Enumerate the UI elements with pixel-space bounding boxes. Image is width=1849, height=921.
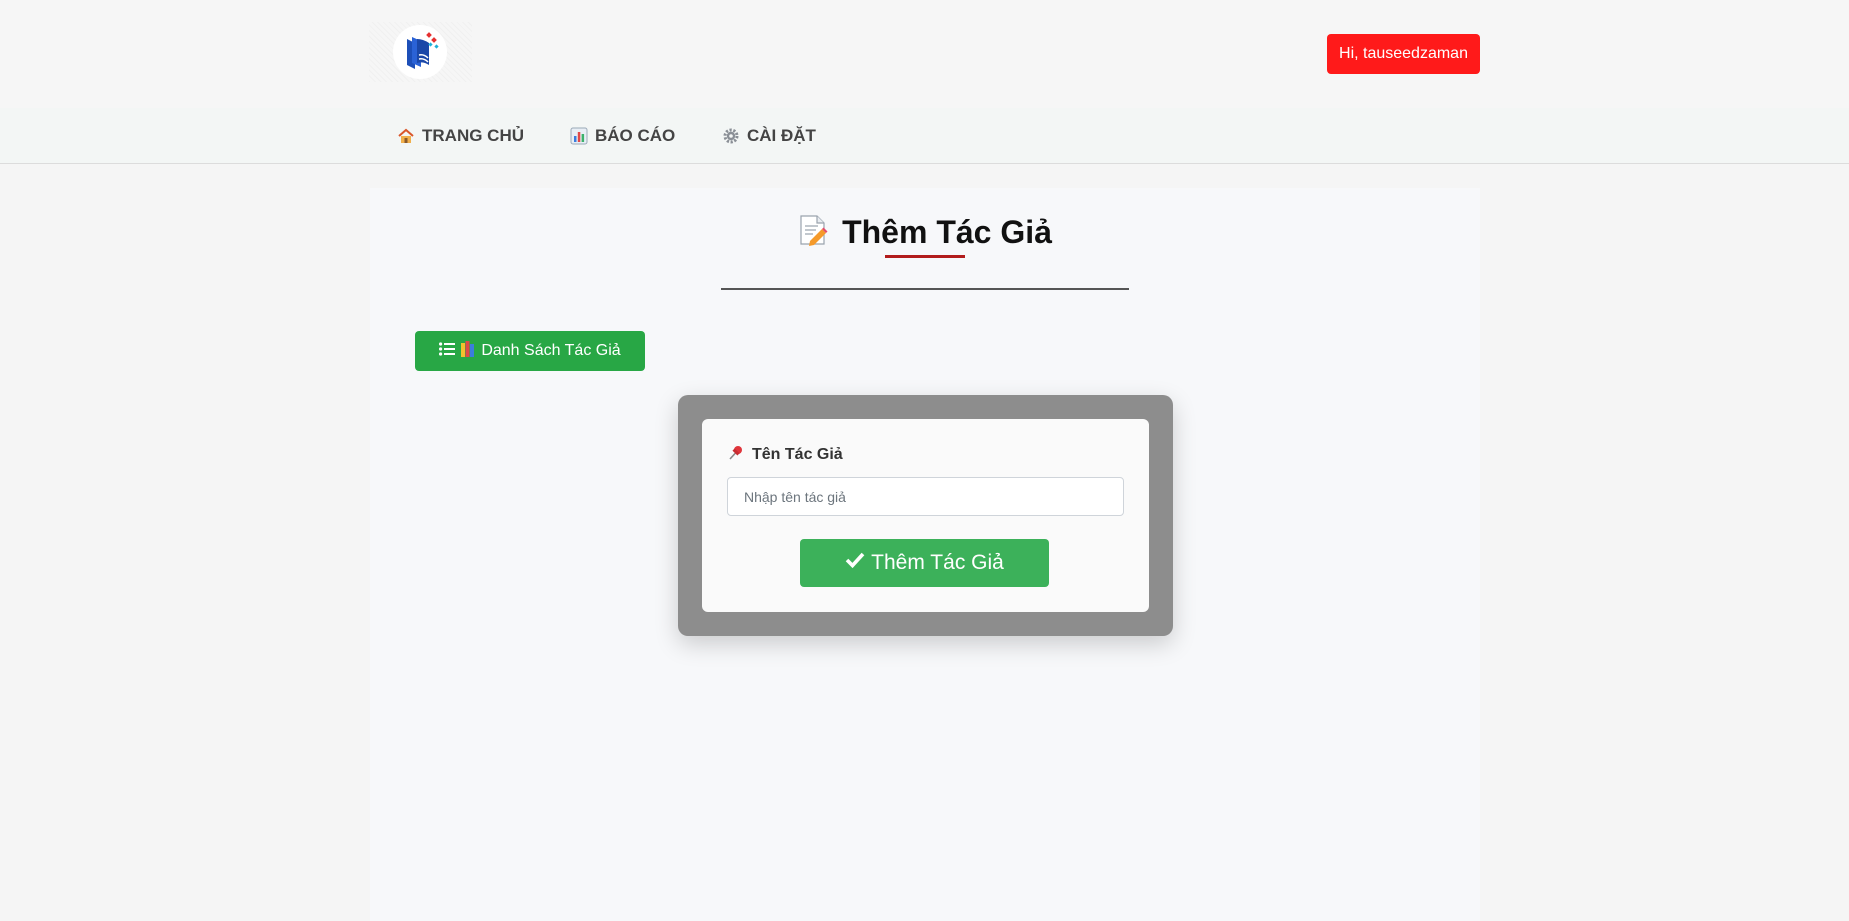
author-list-button-label: Danh Sách Tác Giả bbox=[481, 342, 621, 359]
form-container: Tên Tác Giả Thêm Tác Giả bbox=[678, 395, 1173, 636]
site-logo[interactable] bbox=[369, 22, 472, 82]
author-name-label-text: Tên Tác Giả bbox=[752, 446, 843, 463]
nav-item-label: CÀI ĐẶT bbox=[747, 126, 816, 145]
page-title-text: Thêm Tác Giả bbox=[842, 213, 1052, 250]
title-underline bbox=[885, 255, 965, 258]
nav-item-home[interactable]: TRANG CHỦ bbox=[397, 108, 524, 164]
divider bbox=[721, 288, 1129, 290]
nav-item-reports[interactable]: BÁO CÁO bbox=[570, 108, 675, 164]
add-author-button[interactable]: Thêm Tác Giả bbox=[800, 539, 1049, 587]
main-nav: TRANG CHỦ BÁO CÁO CÀI ĐẶT bbox=[0, 108, 1849, 164]
add-author-button-label: Thêm Tác Giả bbox=[871, 551, 1004, 574]
checkmark-icon bbox=[845, 551, 865, 575]
house-icon bbox=[397, 127, 415, 145]
pushpin-icon bbox=[728, 445, 744, 466]
nav-item-label: TRANG CHỦ bbox=[422, 126, 524, 145]
header: Hi, tauseedzaman bbox=[0, 0, 1849, 108]
list-icon bbox=[439, 341, 456, 361]
add-author-form: Tên Tác Giả Thêm Tác Giả bbox=[702, 419, 1149, 612]
page-title: Thêm Tác Giả bbox=[370, 210, 1480, 254]
bar-chart-icon bbox=[570, 127, 588, 145]
nav-item-settings[interactable]: CÀI ĐẶT bbox=[722, 108, 816, 164]
author-name-input[interactable] bbox=[727, 477, 1124, 516]
nav-item-label: BÁO CÁO bbox=[595, 126, 676, 145]
user-greeting-button[interactable]: Hi, tauseedzaman bbox=[1327, 34, 1480, 74]
gear-icon bbox=[722, 127, 740, 145]
author-list-button[interactable]: Danh Sách Tác Giả bbox=[415, 331, 645, 371]
author-name-label: Tên Tác Giả bbox=[728, 445, 843, 465]
books-icon bbox=[461, 340, 475, 362]
book-logo-icon bbox=[393, 25, 447, 79]
memo-icon bbox=[798, 214, 828, 251]
